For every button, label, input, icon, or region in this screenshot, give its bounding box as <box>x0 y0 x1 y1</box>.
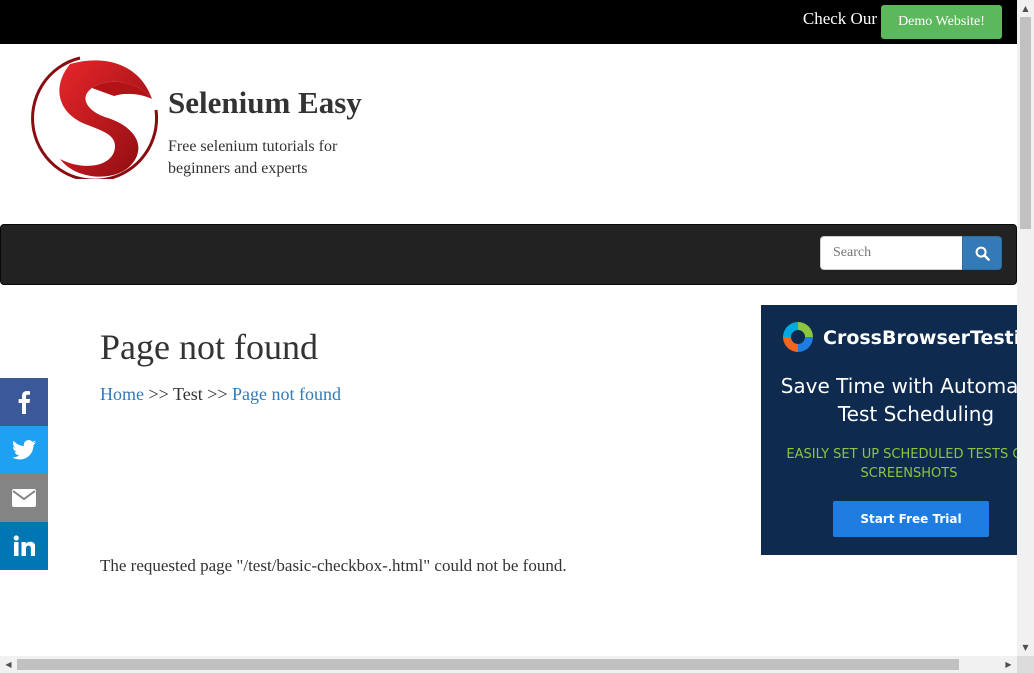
email-share-button[interactable] <box>0 474 48 522</box>
top-bar: Check Our Demo Website! <box>0 0 1017 44</box>
scroll-right-arrow-icon[interactable]: ▶ <box>1000 656 1017 673</box>
twitter-share-button[interactable] <box>0 426 48 474</box>
search-input[interactable] <box>820 236 963 270</box>
ad-subline: EASILY SET UP SCHEDULED TESTS OR SCREENS… <box>786 447 1017 481</box>
scroll-down-arrow-icon[interactable]: ▼ <box>1017 639 1034 656</box>
twitter-icon <box>12 440 36 460</box>
page-title: Page not found <box>100 327 318 367</box>
scroll-left-arrow-icon[interactable]: ◀ <box>0 656 17 673</box>
social-share-bar <box>0 378 48 570</box>
site-description: Free selenium tutorials for beginners an… <box>168 138 338 177</box>
ad-brand-name: CrossBrowserTesting <box>823 327 1017 349</box>
search-button[interactable] <box>962 236 1002 270</box>
breadcrumb-test: Test <box>173 384 203 404</box>
not-found-message: The requested page "/test/basic-checkbox… <box>100 556 567 575</box>
horizontal-scrollbar[interactable]: ◀ ▶ <box>0 656 1017 673</box>
crossbrowsertesting-logo-icon <box>783 322 813 352</box>
facebook-icon <box>18 391 30 414</box>
check-our-text: Check Our <box>802 9 877 28</box>
scroll-up-arrow-icon[interactable]: ▲ <box>1017 0 1034 17</box>
demo-website-button[interactable]: Demo Website! <box>881 5 1002 39</box>
search-icon <box>975 246 990 261</box>
breadcrumb-current-link[interactable]: Page not found <box>232 384 341 404</box>
vertical-scroll-thumb[interactable] <box>1020 17 1031 229</box>
breadcrumb: Home >> Test >> Page not found <box>100 384 341 405</box>
horizontal-scroll-thumb[interactable] <box>17 659 959 670</box>
main-navbar <box>0 224 1017 285</box>
start-free-trial-button[interactable]: Start Free Trial <box>833 501 989 537</box>
site-title[interactable]: Selenium Easy <box>168 85 362 121</box>
breadcrumb-separator: >> <box>148 384 169 404</box>
facebook-share-button[interactable] <box>0 378 48 426</box>
site-header: Selenium Easy Free selenium tutorials fo… <box>0 44 1017 224</box>
vertical-scrollbar[interactable]: ▲ ▼ <box>1017 0 1034 656</box>
ad-headline: Save Time with Automated Test Scheduling <box>780 374 1017 426</box>
breadcrumb-home-link[interactable]: Home <box>100 384 144 404</box>
selenium-easy-logo-icon[interactable] <box>30 54 160 179</box>
scrollbar-corner <box>1017 656 1034 673</box>
crossbrowsertesting-ad[interactable]: CrossBrowserTesting Save Time with Autom… <box>761 305 1017 555</box>
breadcrumb-separator: >> <box>207 384 228 404</box>
email-icon <box>12 489 36 507</box>
linkedin-share-button[interactable] <box>0 522 48 570</box>
linkedin-icon <box>13 535 35 556</box>
